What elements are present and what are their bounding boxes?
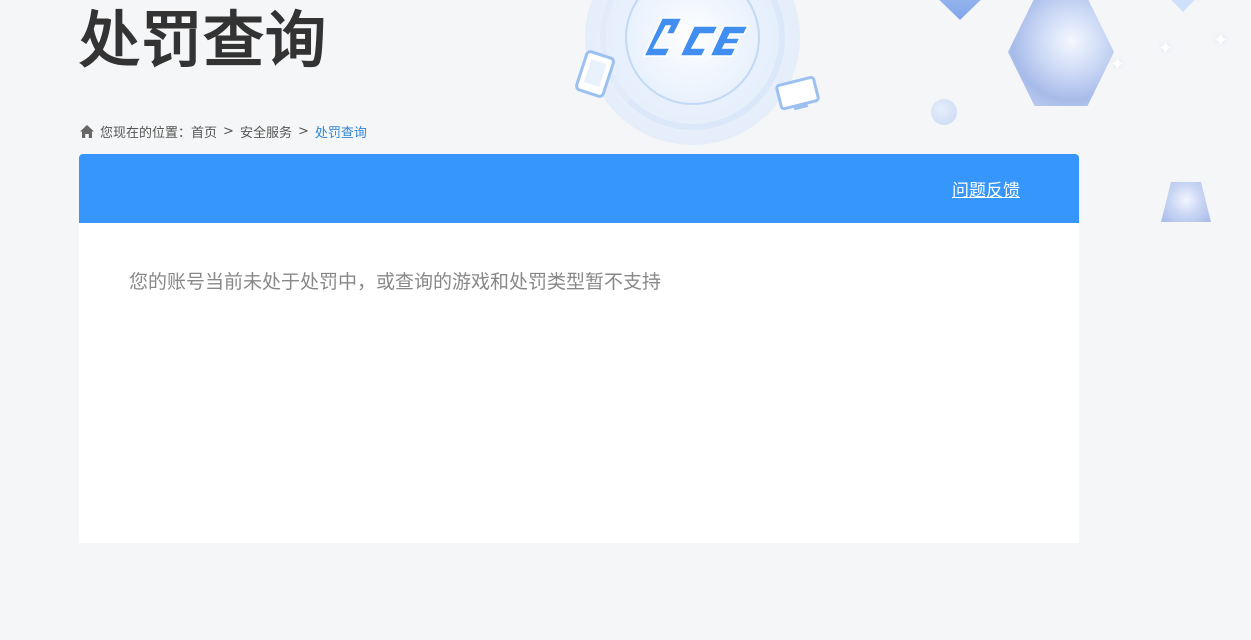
breadcrumb-item-security-service[interactable]: 安全服务 xyxy=(240,122,292,141)
sparkle-icon: ✦ xyxy=(1110,54,1126,75)
breadcrumb-item-current: 处罚查询 xyxy=(314,125,367,141)
status-message: 您的账号当前未处于处罚中，或查询的游戏和处罚类型暂不支持 xyxy=(129,271,662,293)
decorative-bubble xyxy=(931,99,957,125)
phone-icon xyxy=(575,50,615,98)
panel-body: 您的账号当前未处于处罚中，或查询的游戏和处罚类型暂不支持 xyxy=(79,223,1079,338)
page: ✦ ✦ ✦ 处罚查询 您现在的位置： 首页 > 安全服务 > 处罚查询 问题反馈… xyxy=(0,0,1251,640)
ace-emblem-glow xyxy=(585,0,800,145)
game-screen-icon xyxy=(775,75,820,111)
hero-portrait-image xyxy=(1008,0,1114,106)
feedback-link[interactable]: 问题反馈 xyxy=(952,176,1020,201)
breadcrumb-prefix: 您现在的位置： xyxy=(100,125,192,141)
ace-logo-icon xyxy=(642,17,750,57)
sparkle-icon: ✦ xyxy=(1213,30,1229,51)
side-character-image xyxy=(1161,182,1211,222)
breadcrumb-item-home[interactable]: 首页 xyxy=(191,122,217,141)
panel-header: 问题反馈 xyxy=(79,154,1079,223)
breadcrumb-separator: > xyxy=(297,123,309,139)
home-icon xyxy=(79,124,95,139)
breadcrumb-separator: > xyxy=(223,123,234,139)
decorative-triangle-left xyxy=(925,0,995,20)
sparkle-icon: ✦ xyxy=(1158,38,1174,59)
result-panel: 问题反馈 您的账号当前未处于处罚中，或查询的游戏和处罚类型暂不支持 xyxy=(79,154,1079,543)
page-title: 处罚查询 xyxy=(79,5,328,76)
decorative-triangle-right xyxy=(1160,0,1206,12)
ace-emblem-outer-ring xyxy=(600,0,785,130)
ace-emblem-ring xyxy=(625,0,760,105)
breadcrumb: 您现在的位置： 首页 > 安全服务 > 处罚查询 xyxy=(79,121,367,141)
